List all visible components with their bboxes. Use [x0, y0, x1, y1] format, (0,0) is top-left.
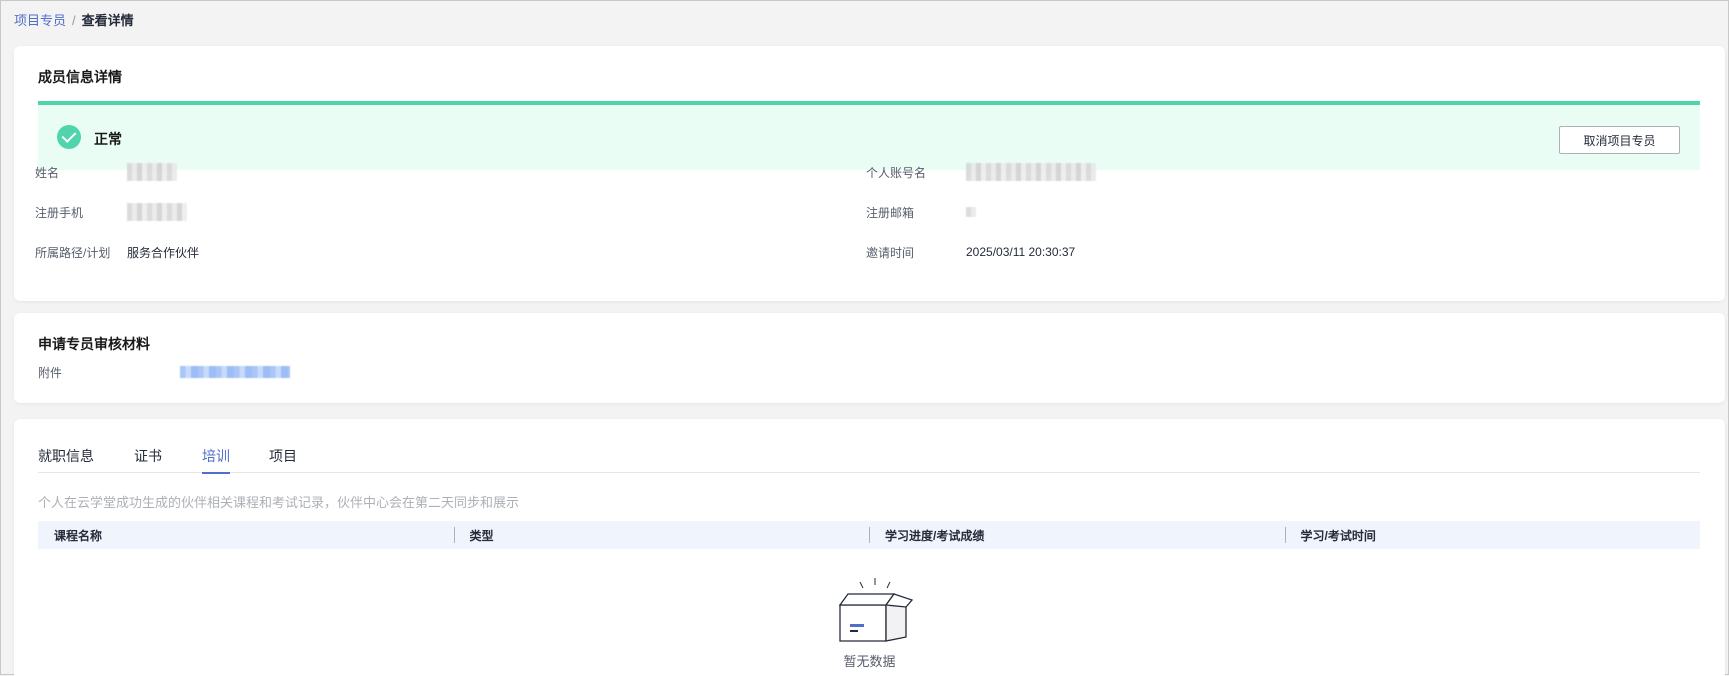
field-account: 个人账号名 — [866, 162, 1266, 182]
column-type: 类型 — [453, 521, 870, 549]
breadcrumb: 项目专员 / 查看详情 — [14, 10, 134, 29]
tab-projects[interactable]: 项目 — [269, 446, 297, 472]
tab-bar: 就职信息 证书 培训 项目 — [38, 439, 1700, 474]
email-label: 注册邮箱 — [866, 205, 915, 220]
account-value-redacted — [966, 163, 1096, 181]
empty-state-text: 暂无数据 — [843, 654, 896, 669]
member-info-card: 成员信息详情 正常 取消项目专员 姓名 个人账号名 注册手机 注册邮箱 所属路径… — [14, 46, 1725, 301]
field-email: 注册邮箱 — [866, 202, 1266, 222]
empty-box-icon — [838, 578, 914, 642]
breadcrumb-separator: / — [72, 13, 76, 28]
name-label: 姓名 — [35, 165, 60, 180]
path-value: 服务合作伙伴 — [127, 245, 200, 260]
phone-label: 注册手机 — [35, 205, 84, 220]
name-value-redacted — [127, 163, 177, 181]
field-path: 所属路径/计划 服务合作伙伴 — [35, 242, 435, 262]
account-label: 个人账号名 — [866, 165, 927, 180]
field-phone: 注册手机 — [35, 202, 435, 222]
column-course-name: 课程名称 — [54, 528, 103, 543]
invite-time-value: 2025/03/11 20:30:37 — [966, 245, 1076, 259]
phone-value-redacted — [127, 203, 187, 221]
column-study-time: 学习/考试时间 — [1284, 521, 1701, 549]
tab-certificates[interactable]: 证书 — [134, 446, 162, 472]
member-info-title: 成员信息详情 — [38, 69, 122, 85]
email-value-redacted — [966, 207, 976, 217]
attachment-link-redacted[interactable] — [180, 366, 290, 378]
breadcrumb-current: 查看详情 — [81, 13, 134, 28]
materials-card: 申请专员审核材料 附件 — [14, 313, 1725, 403]
field-invite-time: 邀请时间 2025/03/11 20:30:37 — [866, 242, 1266, 262]
attachment-label: 附件 — [38, 365, 63, 380]
tab-employment[interactable]: 就职信息 — [38, 446, 94, 472]
field-name: 姓名 — [35, 162, 435, 182]
materials-title: 申请专员审核材料 — [38, 336, 150, 352]
check-circle-icon — [57, 125, 81, 149]
training-hint: 个人在云学堂成功生成的伙伴相关课程和考试记录，伙伴中心会在第二天同步和展示 — [38, 495, 520, 510]
tab-training[interactable]: 培训 — [202, 446, 230, 474]
column-progress-score: 学习进度/考试成绩 — [869, 521, 1285, 549]
breadcrumb-link-project-specialist[interactable]: 项目专员 — [14, 13, 66, 28]
status-banner: 正常 取消项目专员 — [38, 101, 1700, 170]
table-header: 课程名称 类型 学习进度/考试成绩 学习/考试时间 — [38, 521, 1700, 549]
cancel-project-specialist-button[interactable]: 取消项目专员 — [1559, 126, 1680, 154]
status-text: 正常 — [94, 131, 122, 147]
invite-time-label: 邀请时间 — [866, 245, 915, 260]
detail-tabs-card: 就职信息 证书 培训 项目 个人在云学堂成功生成的伙伴相关课程和考试记录，伙伴中… — [14, 419, 1725, 676]
path-label: 所属路径/计划 — [35, 245, 111, 260]
field-attachment: 附件 — [38, 362, 438, 382]
